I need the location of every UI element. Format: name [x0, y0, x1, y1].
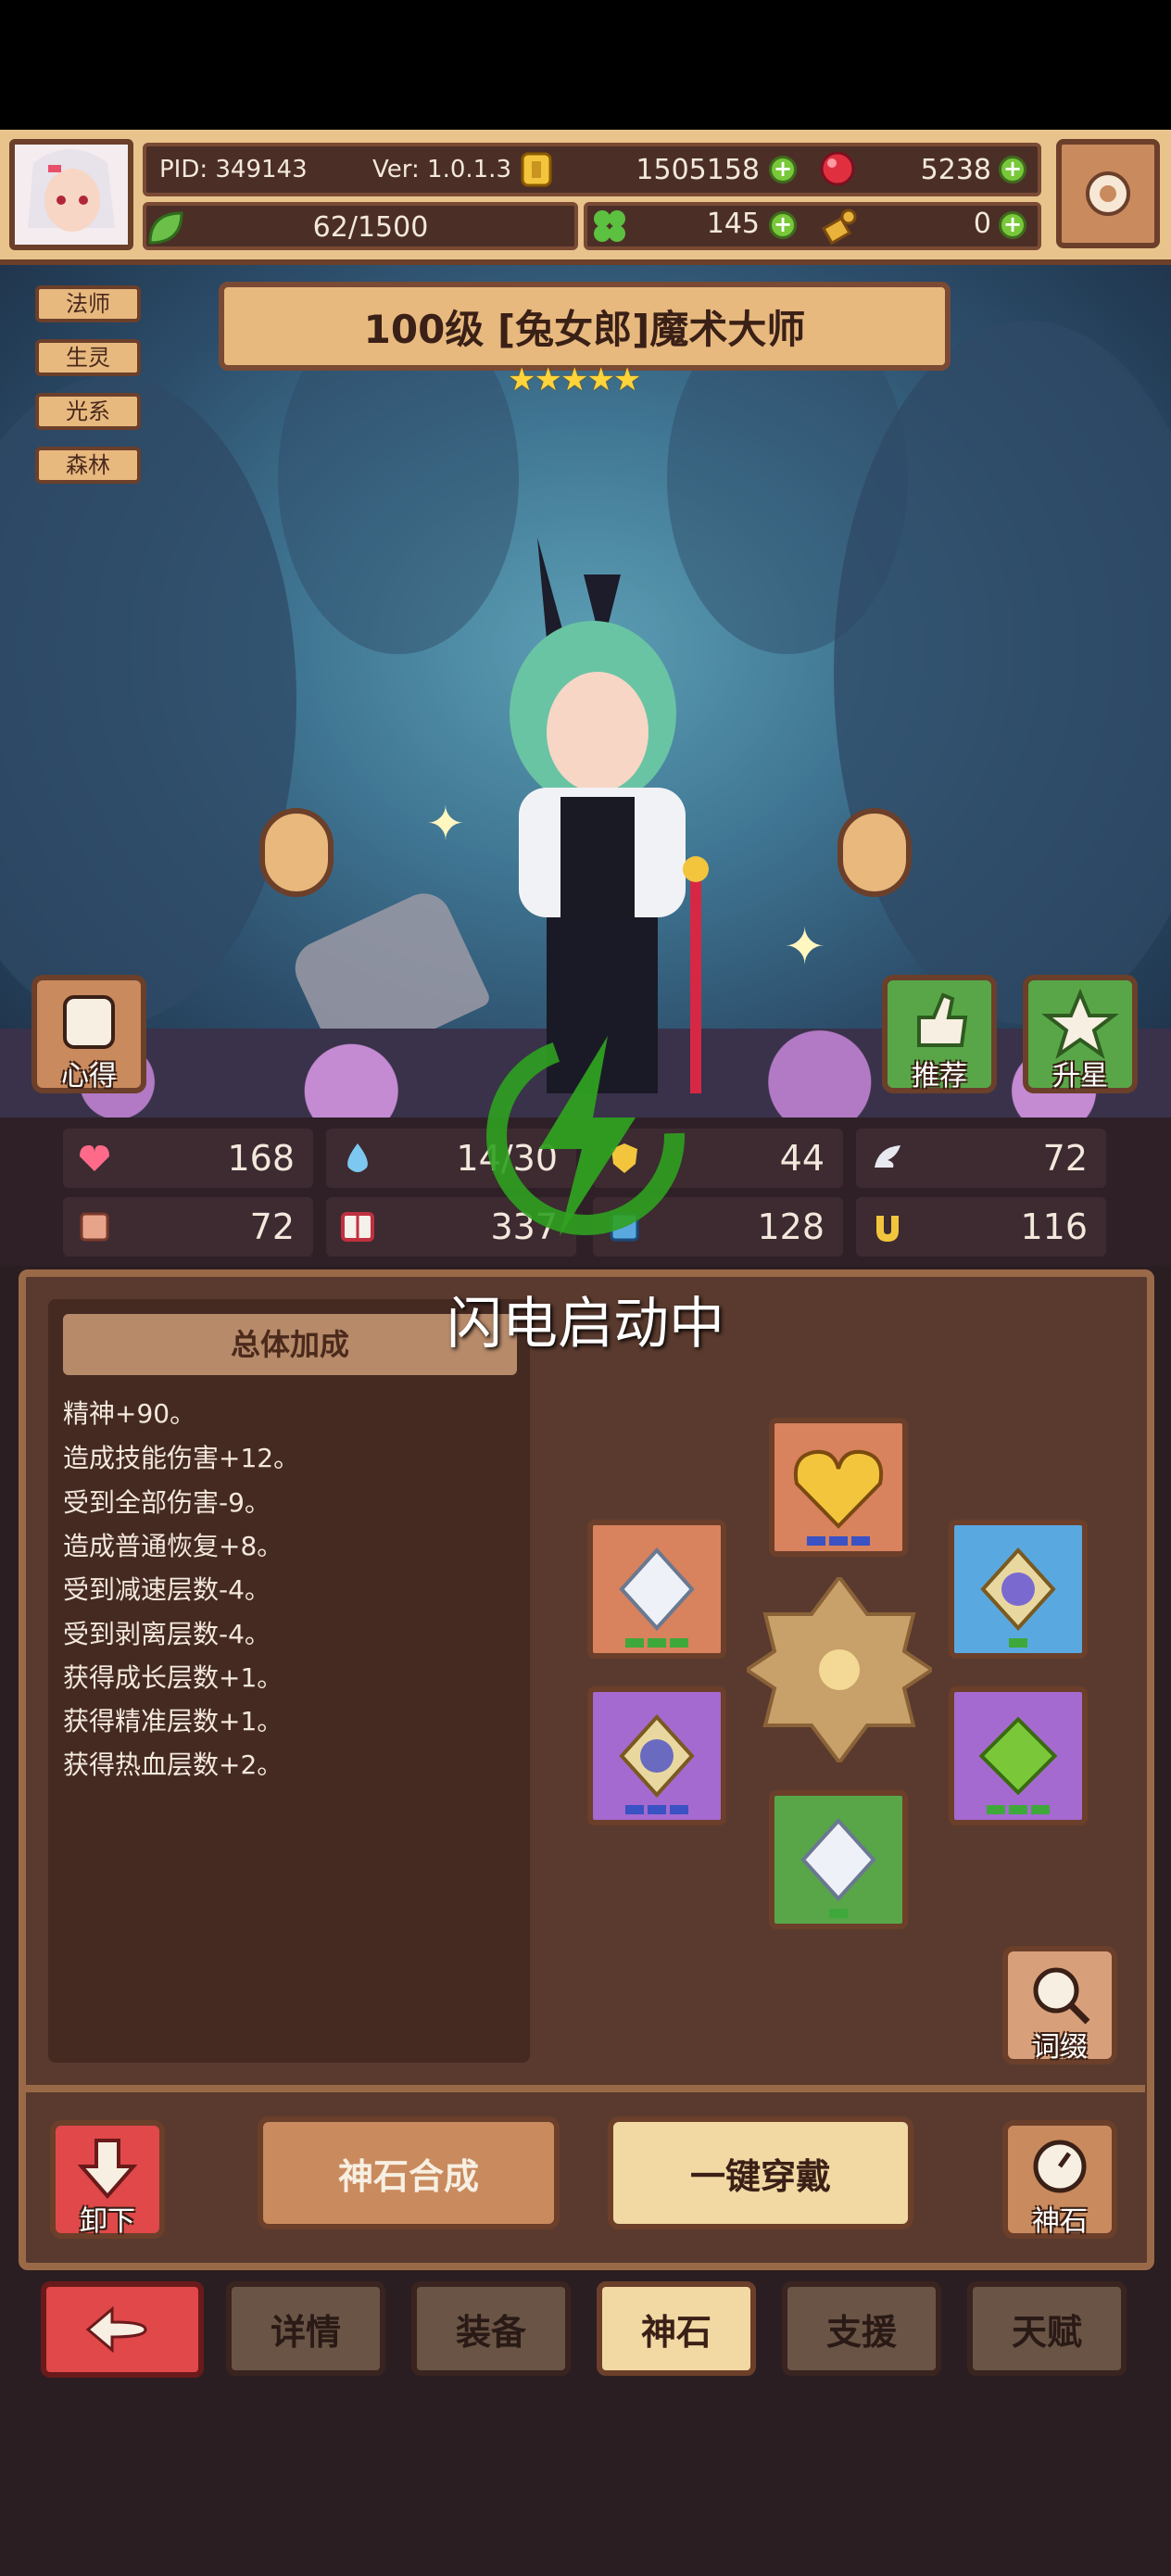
- notes-button[interactable]: 心得: [31, 975, 146, 1093]
- player-id: PID: 349143: [159, 156, 308, 183]
- tab-details[interactable]: 详情: [226, 2281, 385, 2376]
- heart-icon: [80, 1145, 109, 1171]
- arrow-down-icon: [77, 2139, 138, 2200]
- gold-coin-icon: [519, 152, 554, 187]
- affix-button[interactable]: 词缀: [1002, 1946, 1117, 2065]
- godstone-label: 神石: [1032, 2205, 1088, 2238]
- stat-hp: 168: [63, 1129, 313, 1188]
- tab-support[interactable]: 支援: [782, 2281, 941, 2376]
- fist-icon: [80, 1212, 109, 1242]
- back-arrow-icon: [85, 2305, 147, 2354]
- add-gem-button[interactable]: +: [999, 156, 1026, 183]
- gem-slot-bottom[interactable]: [769, 1790, 908, 1929]
- star-icon: [1041, 988, 1119, 1059]
- tab-equipment[interactable]: 装备: [411, 2281, 571, 2376]
- red-gem-icon: [819, 150, 856, 187]
- settings-button[interactable]: [1056, 139, 1160, 248]
- diamond-gem-icon: [619, 1547, 695, 1631]
- tab-godstone[interactable]: 神石: [597, 2281, 756, 2376]
- equip-all-button[interactable]: 一键穿戴: [608, 2116, 913, 2229]
- horseshoe-icon: [876, 1216, 899, 1242]
- godstone-button[interactable]: 神石: [1002, 2120, 1117, 2239]
- gem-slot-top[interactable]: [769, 1418, 908, 1557]
- bonus-line: 受到减速层数-4。: [63, 1574, 271, 1605]
- diamond-gem-icon: [800, 1818, 876, 1901]
- stat-defense: 72: [63, 1197, 313, 1256]
- emerald-gem-icon: [978, 1716, 1058, 1796]
- book-icon: [341, 1212, 374, 1242]
- synthesize-button[interactable]: 神石合成: [258, 2116, 560, 2229]
- affix-label: 词缀: [1032, 2031, 1088, 2064]
- recommend-button[interactable]: 推荐: [882, 975, 997, 1093]
- clover-icon: [589, 206, 630, 246]
- stamina-leaf-icon: [145, 208, 187, 248]
- gem-slot-upper-right[interactable]: [949, 1520, 1088, 1659]
- key-amount: 0: [973, 208, 991, 240]
- bonus-line: 造成普通恢复+8。: [63, 1531, 283, 1561]
- bonus-line: 精神+90。: [63, 1398, 196, 1429]
- tag-element: 光系: [35, 393, 141, 430]
- rune-slot-left[interactable]: [259, 808, 334, 897]
- version-label: Ver: 1.0.1.3: [372, 156, 511, 183]
- add-clover-button[interactable]: +: [769, 211, 797, 239]
- bonus-line: 获得成长层数+1。: [63, 1662, 283, 1693]
- scroll-icon: [63, 995, 115, 1049]
- rune-slot-right[interactable]: [837, 808, 912, 897]
- notes-label: 心得: [61, 1060, 117, 1092]
- star-up-label: 升星: [1052, 1060, 1108, 1092]
- hero-sprite[interactable]: [445, 519, 741, 1112]
- loading-overlay-text: 闪电启动中: [447, 1292, 724, 1357]
- unequip-button[interactable]: 卸下: [50, 2120, 165, 2239]
- tag-class: 法师: [35, 285, 141, 322]
- tag-terrain: 森林: [35, 447, 141, 484]
- stat-luck: 116: [856, 1197, 1106, 1256]
- gold-amount: 1505158: [636, 154, 760, 186]
- sparkle-icon: ✦: [426, 797, 465, 851]
- stamina-value: 62/1500: [312, 211, 429, 244]
- bonus-line: 造成技能伤害+12。: [63, 1443, 300, 1473]
- gem-slot-lower-right[interactable]: [949, 1686, 1088, 1825]
- orb-gem-icon: [980, 1547, 1056, 1631]
- bonus-line: 获得热血层数+2。: [63, 1749, 283, 1780]
- tag-race: 生灵: [35, 339, 141, 376]
- panel-divider: [26, 2085, 1145, 2092]
- gear-icon: [1086, 171, 1130, 216]
- heart-gem-icon: [794, 1449, 883, 1529]
- wing-icon: [875, 1145, 900, 1168]
- gem-socket-center: [743, 1573, 936, 1766]
- sparkle-icon: ✦: [784, 917, 826, 976]
- gem-slot-upper-left[interactable]: [587, 1520, 726, 1659]
- bonus-line: 获得精准层数+1。: [63, 1706, 283, 1736]
- clover-amount: 145: [706, 208, 760, 240]
- stat-speed: 72: [856, 1129, 1106, 1188]
- hero-title-banner: 100级 [兔女郎]魔术大师: [219, 282, 951, 371]
- add-key-button[interactable]: +: [999, 211, 1026, 239]
- lightning-loading-icon: [478, 1027, 693, 1245]
- add-gold-button[interactable]: +: [769, 156, 797, 183]
- gem-slot-lower-left[interactable]: [587, 1686, 726, 1825]
- magnifier-icon: [1033, 1967, 1090, 2025]
- key-icon: [821, 206, 858, 246]
- unequip-label: 卸下: [80, 2205, 135, 2238]
- back-button[interactable]: [41, 2281, 204, 2378]
- recommend-label: 推荐: [912, 1060, 967, 1092]
- star-up-button[interactable]: 升星: [1023, 975, 1138, 1093]
- status-bar-area: [0, 0, 1171, 130]
- clock-icon: [1033, 2140, 1087, 2193]
- player-avatar[interactable]: [9, 139, 133, 250]
- hero-title: 100级 [兔女郎]魔术大师: [363, 306, 806, 352]
- gem-amount: 5238: [920, 154, 991, 186]
- orb-gem-icon: [619, 1714, 695, 1798]
- bonus-line: 受到全部伤害-9。: [63, 1487, 271, 1518]
- tab-talent[interactable]: 天赋: [967, 2281, 1127, 2376]
- water-drop-icon: [347, 1143, 368, 1172]
- bonus-line: 受到剥离层数-4。: [63, 1619, 271, 1649]
- thumbs-up-icon: [917, 992, 968, 1047]
- hero-star-rating: ★★★★★: [508, 361, 641, 398]
